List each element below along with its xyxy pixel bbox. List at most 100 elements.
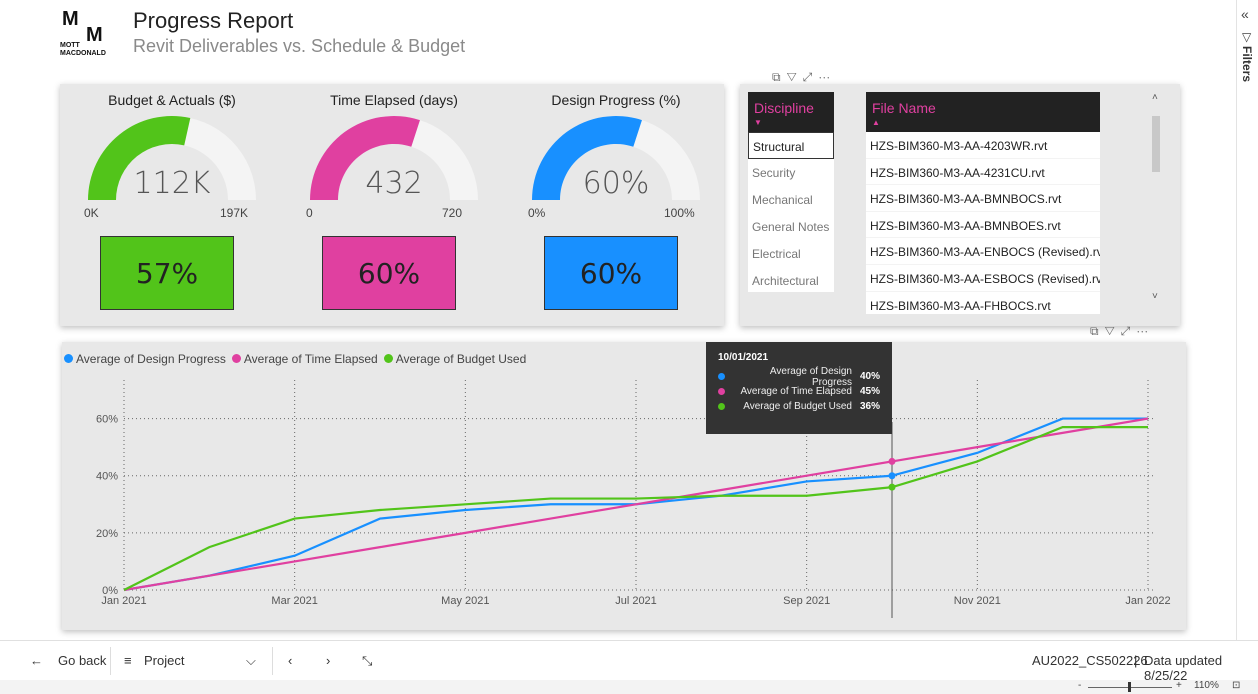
x-tick-label: Sep 2021 bbox=[783, 595, 830, 607]
tooltip-value: 45% bbox=[859, 386, 880, 397]
chart-visual-header[interactable]: ⧉▽⤢⋯ bbox=[1090, 324, 1154, 339]
filter-icon: ▽ bbox=[1242, 30, 1252, 44]
page-selector[interactable]: Project bbox=[144, 653, 184, 668]
progress-line-chart[interactable]: 0%20%40%60%Jan 2021 Mar 2021 May 2021 Jul 2… bbox=[62, 342, 1186, 630]
scroll-thumb[interactable] bbox=[1152, 116, 1160, 172]
filter-icon[interactable]: ▽ bbox=[1105, 324, 1121, 338]
gauge-title: Time Elapsed (days) bbox=[330, 92, 458, 108]
logo-letter-top: M bbox=[62, 8, 79, 30]
report-nav-bar: ← Go back ≡ Project ⌵ ‹ › ⤡ AU2022_CS502… bbox=[0, 640, 1258, 683]
fit-page-icon[interactable]: ⊡ bbox=[1232, 680, 1240, 691]
table-row[interactable]: HZS-BIM360-M3-AA-4231CU.rvt bbox=[866, 159, 1100, 186]
series-dot-icon bbox=[718, 373, 725, 380]
tooltip-label: Average of Design Progress bbox=[769, 365, 852, 388]
filters-label[interactable]: Filters bbox=[1240, 46, 1254, 82]
tooltip-value: 36% bbox=[859, 401, 880, 412]
series-dot-icon bbox=[718, 388, 725, 395]
table-row[interactable]: HZS-BIM360-M3-AA-4203WR.rvt bbox=[866, 132, 1100, 159]
tooltip-row: Average of Time Elapsed 45% bbox=[718, 384, 880, 399]
series-point bbox=[888, 457, 896, 465]
copy-icon[interactable]: ⧉ bbox=[772, 70, 787, 84]
divider bbox=[110, 647, 111, 675]
tooltip-value: 40% bbox=[859, 371, 880, 382]
shrink-icon[interactable]: ⤡ bbox=[362, 653, 372, 669]
gauge-max-label: 720 bbox=[442, 206, 463, 220]
series-point bbox=[888, 472, 896, 480]
next-page-button[interactable]: › bbox=[326, 653, 330, 668]
filters-pane[interactable]: « ▽ Filters bbox=[1236, 0, 1258, 640]
expand-filters-icon[interactable]: « bbox=[1241, 6, 1249, 22]
tooltip-label: Average of Time Elapsed bbox=[740, 386, 852, 397]
data-updated-label: Data updated 8/25/22 bbox=[1144, 653, 1223, 683]
gauge-value: 60% bbox=[582, 166, 650, 201]
zoom-level: 110% bbox=[1194, 680, 1219, 691]
focus-icon[interactable]: ⤢ bbox=[1121, 324, 1137, 338]
x-tick-label: Jan 2021 bbox=[101, 595, 146, 607]
gauge-value: 112K bbox=[133, 166, 211, 201]
logo-text: MOTT MACDONALD bbox=[60, 42, 106, 58]
page-title: Progress Report bbox=[133, 8, 294, 33]
gauge-title: Budget & Actuals ($) bbox=[108, 92, 236, 108]
x-tick-label: Nov 2021 bbox=[954, 595, 1001, 607]
series-point bbox=[888, 483, 896, 491]
pages-menu-icon[interactable]: ≡ bbox=[124, 653, 132, 668]
chevron-down-icon[interactable]: ⌵ bbox=[246, 653, 256, 669]
filter-icon[interactable]: ▽ bbox=[787, 70, 803, 84]
back-arrow-icon[interactable]: ← bbox=[30, 653, 43, 668]
gauge-min-label: 0 bbox=[306, 206, 313, 220]
gauge-title: Design Progress (%) bbox=[551, 92, 681, 108]
zoom-in-button[interactable]: + bbox=[1176, 680, 1182, 691]
table-row[interactable]: HZS-BIM360-M3-AA-ENBOCS (Revised).rvt bbox=[866, 238, 1100, 265]
discipline-header-label: Discipline bbox=[754, 100, 814, 116]
table-row[interactable]: HZS-BIM360-M3-AA-BMNBOES.rvt bbox=[866, 212, 1100, 239]
more-icon[interactable]: ⋯ bbox=[818, 70, 836, 84]
focus-icon[interactable]: ⤢ bbox=[803, 70, 819, 84]
slicer-item[interactable]: General Notes bbox=[748, 213, 834, 240]
discipline-slicer: Structural Security Mechanical General Note… bbox=[748, 132, 834, 292]
tooltip-label: Average of Budget Used bbox=[743, 401, 852, 412]
gauge-max-label: 197K bbox=[220, 206, 249, 220]
table-row[interactable]: HZS-BIM360-M3-AA-BMNBOCS.rvt bbox=[866, 185, 1100, 212]
zoom-out-button[interactable]: - bbox=[1078, 680, 1081, 691]
x-tick-label: May 2021 bbox=[441, 595, 489, 607]
files-visual-header[interactable]: ⧉▽⤢⋯ bbox=[772, 70, 836, 85]
previous-page-button[interactable]: ‹ bbox=[288, 653, 292, 668]
go-back-button[interactable]: Go back bbox=[58, 653, 106, 668]
gauge-max-label: 100% bbox=[664, 206, 695, 220]
chart-tooltip: 10/01/2021 Average of Design Progress 40%… bbox=[706, 342, 892, 434]
discipline-slicer-header[interactable]: Discipline ▼ bbox=[748, 92, 834, 132]
kpi-card: 57% bbox=[100, 236, 234, 310]
file-name-header-label: File Name bbox=[872, 100, 936, 116]
more-icon[interactable]: ⋯ bbox=[1136, 324, 1154, 338]
file-name-header[interactable]: File Name ▲ bbox=[866, 92, 1100, 132]
table-row[interactable]: HZS-BIM360-M3-AA-ESBOCS (Revised).rvt bbox=[866, 265, 1100, 292]
slicer-item[interactable]: Mechanical bbox=[748, 186, 834, 213]
logo-text-line-1: MOTT bbox=[60, 42, 80, 49]
slicer-item[interactable]: Architectural bbox=[748, 267, 834, 294]
status-bar: - + 110% ⊡ bbox=[0, 680, 1258, 694]
file-table: HZS-BIM360-M3-AA-4203WR.rvt HZS-BIM360-M3… bbox=[866, 132, 1100, 314]
page-subtitle: Revit Deliverables vs. Schedule & Budget bbox=[133, 36, 466, 56]
sort-down-icon: ▼ bbox=[754, 118, 762, 127]
tooltip-date: 10/01/2021 bbox=[718, 352, 769, 363]
x-tick-label: Mar 2021 bbox=[271, 595, 317, 607]
report-id: AU2022_CS502226 bbox=[1032, 653, 1148, 668]
slicer-item[interactable]: Electrical bbox=[748, 240, 834, 267]
gauge-min-label: 0% bbox=[528, 206, 546, 220]
y-tick-label: 60% bbox=[96, 414, 118, 426]
slicer-item[interactable]: Structural bbox=[748, 132, 834, 159]
gauge-min-label: 0K bbox=[84, 206, 99, 220]
slicer-item[interactable]: Security bbox=[748, 159, 834, 186]
file-table-scrollbar[interactable]: ˄ ˅ bbox=[1150, 92, 1162, 302]
scroll-down-icon[interactable]: ˅ bbox=[1152, 291, 1158, 302]
y-tick-label: 40% bbox=[96, 471, 118, 483]
zoom-slider-thumb[interactable] bbox=[1128, 682, 1131, 692]
divider bbox=[272, 647, 273, 675]
gauge-value: 432 bbox=[365, 166, 423, 201]
copy-icon[interactable]: ⧉ bbox=[1090, 324, 1105, 338]
company-logo: M M MOTT MACDONALD bbox=[60, 8, 120, 57]
table-row[interactable]: HZS-BIM360-M3-AA-FHBOCS.rvt bbox=[866, 292, 1100, 314]
y-tick-label: 20% bbox=[96, 528, 118, 540]
x-tick-label: Jan 2022 bbox=[1125, 595, 1170, 607]
scroll-up-icon[interactable]: ˄ bbox=[1152, 92, 1158, 103]
